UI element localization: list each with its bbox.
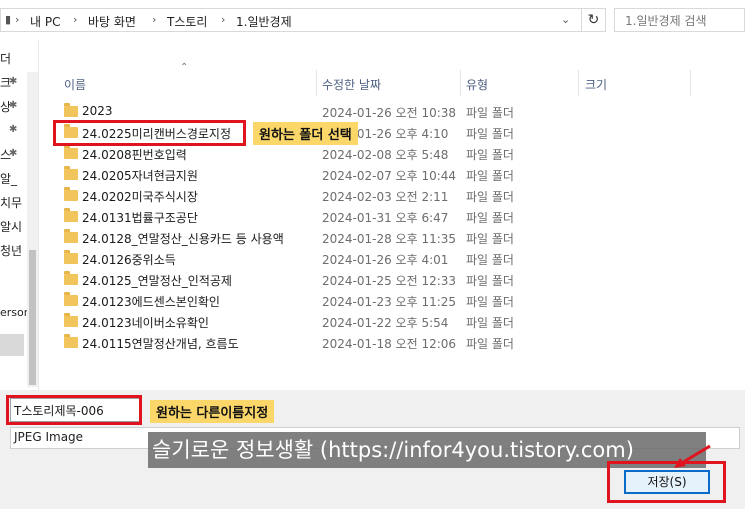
file-type: 파일 폴더 [466, 295, 514, 309]
file-name: 24.0202미국주식시장 [82, 190, 198, 204]
column-divider[interactable] [690, 70, 691, 96]
folder-icon [64, 313, 78, 327]
folder-icon [64, 145, 78, 159]
file-type: 파일 폴더 [466, 211, 514, 225]
file-type: 파일 폴더 [466, 337, 514, 351]
file-date: 2024-01-22 오후 5:54 [322, 316, 449, 330]
file-date: 2024-01-26 오후 4:01 [322, 253, 449, 267]
file-date: 2024-01-26 오전 10:38 [322, 106, 457, 120]
file-name: 24.0115연말정산개념, 흐름도 [82, 337, 239, 351]
save-button[interactable]: 저장(S) [624, 470, 710, 494]
column-header-size[interactable]: 크기 [585, 76, 607, 93]
breadcrumb-this-pc[interactable]: 내 PC [30, 13, 60, 30]
file-type: 파일 폴더 [466, 253, 514, 267]
list-item[interactable]: 24.0123네이버소유확인 2024-01-22 오후 5:54 파일 폴더 [52, 312, 732, 333]
callout-select-folder: 원하는 폴더 선택 [253, 122, 358, 145]
folder-icon [64, 208, 78, 222]
folder-icon [64, 229, 78, 243]
refresh-icon[interactable]: ↻ [582, 8, 606, 32]
folder-icon [64, 103, 78, 117]
chevron-down-icon[interactable]: ⌄ [561, 13, 570, 26]
search-input[interactable]: 1.일반경제 검색 [614, 8, 745, 32]
column-header-date[interactable]: 수정한 날짜 [322, 76, 381, 93]
file-date: 2024-02-08 오후 5:48 [322, 148, 449, 162]
file-name: 24.0123네이버소유확인 [82, 316, 209, 330]
folder-icon [64, 334, 78, 348]
file-name: 24.0208핀번호입력 [82, 148, 187, 162]
folder-icon [64, 271, 78, 285]
folder-icon [64, 166, 78, 180]
column-header-name[interactable]: 이름 [64, 76, 86, 93]
folder-icon [64, 250, 78, 264]
file-date: 2024-01-31 오후 6:47 [322, 211, 449, 225]
file-name: 2023 [82, 104, 113, 118]
file-type: 파일 폴더 [466, 127, 514, 141]
file-date: 2024-01-23 오후 11:25 [322, 295, 457, 309]
file-name: 24.0126중위소득 [82, 253, 176, 267]
file-date: 2024-01-18 오전 12:06 [322, 337, 457, 351]
nav-item[interactable]: 더 [0, 50, 11, 67]
list-item[interactable]: 24.0123에드센스본인확인 2024-01-23 오후 11:25 파일 폴… [52, 291, 732, 312]
column-divider[interactable] [316, 70, 317, 96]
file-name: 24.0123에드센스본인확인 [82, 295, 220, 309]
nav-scrollbar-thumb[interactable] [29, 250, 36, 385]
breadcrumb-tstory[interactable]: T스토리 [167, 13, 207, 30]
list-item[interactable]: 24.0131법률구조공단 2024-01-31 오후 6:47 파일 폴더 [52, 207, 732, 228]
breadcrumb-economy[interactable]: 1.일반경제 [236, 13, 292, 30]
file-date: 2024-01-28 오후 11:35 [322, 232, 457, 246]
file-type: 파일 폴더 [466, 274, 514, 288]
chevron-right-icon: › [73, 13, 78, 26]
nav-selected-item[interactable] [0, 334, 24, 356]
list-item[interactable]: 24.0126중위소득 2024-01-26 오후 4:01 파일 폴더 [52, 249, 732, 270]
file-type: 파일 폴더 [466, 169, 514, 183]
pin-icon: ✱ [9, 100, 18, 111]
column-divider[interactable] [460, 70, 461, 96]
file-name: 24.0131법률구조공단 [82, 211, 198, 225]
column-header-type[interactable]: 유형 [466, 76, 488, 93]
folder-icon [64, 292, 78, 306]
callout-rename: 원하는 다른이름지정 [150, 400, 275, 423]
highlight-box-filename [6, 395, 142, 425]
file-type: 파일 폴더 [466, 316, 514, 330]
nav-item[interactable]: 알시 [0, 218, 22, 235]
nav-item[interactable]: 알_ [0, 170, 17, 187]
pin-icon: ✱ [9, 148, 18, 159]
chevron-right-icon: › [221, 13, 226, 26]
pin-icon: ✱ [9, 76, 18, 87]
address-bar-area: ▮ › 내 PC › 바탕 화면 › T스토리 › 1.일반경제 ⌄ ↻ 1.일… [0, 0, 745, 40]
list-item[interactable]: 24.0202미국주식시장 2024-02-03 오전 2:11 파일 폴더 [52, 186, 732, 207]
address-bar[interactable]: ▮ › 내 PC › 바탕 화면 › T스토리 › 1.일반경제 ⌄ [0, 8, 582, 32]
sort-chevron-up-icon: ⌃ [180, 62, 189, 73]
list-item[interactable]: 24.0115연말정산개념, 흐름도 2024-01-18 오전 12:06 파… [52, 333, 732, 354]
folder-icon: ▮ [5, 13, 12, 26]
nav-item[interactable]: 치무 [0, 194, 22, 211]
file-date: 2024-02-03 오전 2:11 [322, 190, 449, 204]
column-divider[interactable] [578, 70, 579, 96]
file-type: 파일 폴더 [466, 232, 514, 246]
list-item[interactable]: 24.0208핀번호입력 2024-02-08 오후 5:48 파일 폴더 [52, 144, 732, 165]
list-item[interactable]: 24.0205자녀현금지원 2024-02-07 오후 10:44 파일 폴더 [52, 165, 732, 186]
file-date: 2024-02-07 오후 10:44 [322, 169, 457, 183]
pin-icon: ✱ [9, 124, 18, 135]
chevron-right-icon: › [15, 13, 20, 26]
file-name: 24.0128_연말정산_신용카드 등 사용액 [82, 232, 284, 246]
file-type: 파일 폴더 [466, 148, 514, 162]
file-name: 24.0125_연말정산_인적공제 [82, 274, 232, 288]
nav-item[interactable]: 청년 [0, 242, 22, 259]
breadcrumb-desktop[interactable]: 바탕 화면 [88, 13, 136, 30]
file-date: 2024-01-25 오전 12:33 [322, 274, 457, 288]
highlight-box-folder [53, 120, 246, 146]
folder-icon [64, 187, 78, 201]
file-name: 24.0205자녀현금지원 [82, 169, 198, 183]
list-item[interactable]: 24.0128_연말정산_신용카드 등 사용액 2024-01-28 오후 11… [52, 228, 732, 249]
file-type: 파일 폴더 [466, 190, 514, 204]
file-type: 파일 폴더 [466, 106, 514, 120]
chevron-right-icon: › [152, 13, 157, 26]
list-item[interactable]: 24.0125_연말정산_인적공제 2024-01-25 오전 12:33 파일… [52, 270, 732, 291]
